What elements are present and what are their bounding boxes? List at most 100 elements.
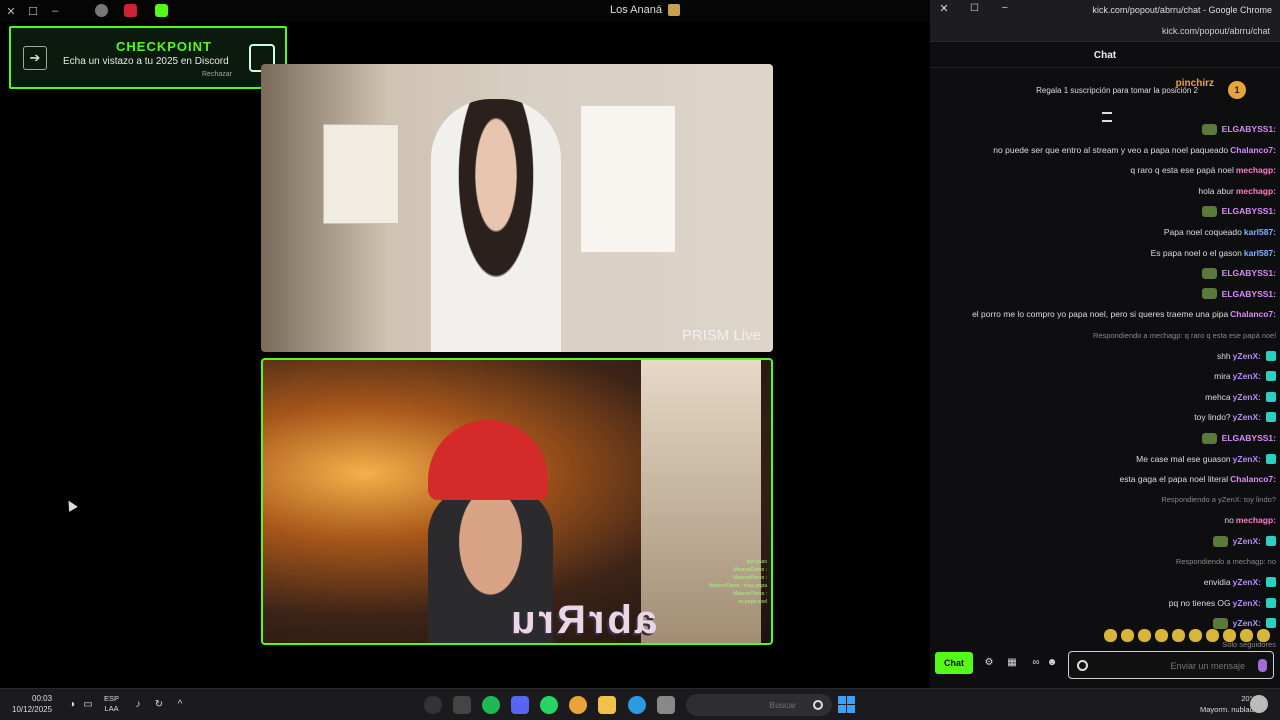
emote-icon[interactable] — [1206, 629, 1219, 642]
emote-icon — [1201, 288, 1217, 300]
edge-icon[interactable] — [628, 696, 646, 714]
emote-icon[interactable] — [1189, 629, 1202, 642]
sync-icon[interactable]: ↻ — [153, 699, 165, 711]
address-url[interactable]: kick.com/popout/abrru/chat — [1162, 26, 1270, 36]
chat-username[interactable]: Chalanco7: — [1230, 309, 1276, 319]
pinned-toggle-icon[interactable] — [1102, 112, 1112, 122]
clock[interactable]: 00:03 10/12/2025 — [12, 693, 52, 715]
record-icon[interactable] — [124, 4, 137, 17]
microphone-icon[interactable]: ♪ — [132, 699, 144, 711]
emote-icon[interactable] — [1121, 629, 1134, 642]
subscriber-badge-icon — [1266, 391, 1276, 402]
minimize-icon[interactable]: – — [1002, 2, 1008, 13]
overlay-chat-line: MaurooFlores : — [733, 591, 767, 597]
close-icon[interactable]: ✕ — [936, 2, 952, 20]
subscriber-badge-icon — [1266, 577, 1276, 588]
chat-username[interactable]: mechagp: — [1236, 165, 1276, 175]
display-icon[interactable]: ▭ — [82, 699, 94, 711]
start-tile — [847, 696, 855, 704]
maximize-icon[interactable]: ☐ — [22, 0, 44, 22]
chat-username[interactable]: mechagp: — [1236, 515, 1276, 525]
windows-start-icon[interactable] — [838, 696, 855, 713]
maximize-icon[interactable]: ☐ — [970, 3, 979, 14]
reply-text: Respondiendo a yZenX: toy lindo? — [1161, 495, 1276, 505]
chat-message-list[interactable]: ELGABYSS1: no puede ser que entro al stre… — [930, 122, 1280, 649]
help-icon[interactable] — [95, 4, 108, 17]
chat-username[interactable]: yZenX: — [1233, 454, 1261, 464]
arrow-left-icon[interactable]: ➔ — [23, 46, 47, 70]
chat-username[interactable]: yZenX: — [1233, 371, 1261, 381]
chat-input-box[interactable] — [1068, 651, 1274, 679]
chat-username[interactable]: ELGABYSS1: — [1222, 433, 1276, 443]
notification-icon[interactable]: ◑ — [66, 699, 78, 711]
chat-username[interactable]: karl587: — [1244, 248, 1276, 258]
overlay-chat-line: MaurooFlores : — [733, 575, 767, 581]
settings-app-icon[interactable] — [453, 696, 471, 714]
chrome-icon[interactable] — [569, 696, 587, 714]
emote-icon[interactable] — [1104, 629, 1117, 642]
streamer-figure — [431, 99, 561, 352]
task-view-icon[interactable] — [657, 696, 675, 714]
infinity-icon[interactable]: ∞ — [1030, 657, 1042, 669]
reply-text: Respondiendo a mechagp: no — [1175, 557, 1276, 567]
language-indicator[interactable]: ESP LAA — [104, 694, 119, 714]
chat-username[interactable]: yZenX: — [1233, 577, 1261, 587]
chat-message: no mechagp: — [1224, 513, 1276, 527]
emote-icon[interactable] — [1240, 629, 1253, 642]
santa-hat — [428, 420, 548, 500]
checkpoint-banner[interactable]: ➔ CHECKPOINT Echa un vistazo a tu 2025 e… — [9, 26, 287, 89]
emote-icon[interactable] — [1223, 629, 1236, 642]
chat-username[interactable]: karl587: — [1244, 227, 1276, 237]
chat-send-button[interactable]: Chat — [935, 652, 973, 674]
chat-username[interactable]: yZenX: — [1233, 412, 1261, 422]
emote-bar[interactable] — [1090, 629, 1270, 643]
emote-icon[interactable] — [1155, 629, 1168, 642]
chat-username[interactable]: Chalanco7: — [1230, 474, 1276, 484]
subscriber-badge-icon — [1266, 536, 1276, 546]
address-bar[interactable]: kick.com/popout/abrru/chat — [930, 22, 1280, 42]
chat-message: Papa noel coqueado karl587: — [1164, 225, 1276, 239]
emote-icon[interactable] — [1172, 629, 1185, 642]
checkpoint-subtitle: Echa un vistazo a tu 2025 en Discord — [63, 56, 229, 67]
close-icon[interactable]: ✕ — [0, 0, 22, 22]
chat-username[interactable]: ELGABYSS1: — [1222, 124, 1276, 134]
chat-username[interactable]: ELGABYSS1: — [1222, 289, 1276, 299]
minimize-icon[interactable]: – — [44, 0, 66, 22]
taskbar-search[interactable] — [686, 694, 832, 716]
chevron-up-icon[interactable]: ^ — [174, 699, 186, 711]
overlay-chat-line: que paso — [746, 559, 767, 565]
wall-poster — [581, 106, 675, 252]
discord-icon[interactable] — [511, 696, 529, 714]
file-explorer-icon[interactable] — [598, 696, 616, 714]
store-icon[interactable]: ▦ — [1006, 657, 1018, 669]
emote-icon — [1212, 617, 1228, 629]
emote-icon[interactable] — [1138, 629, 1151, 642]
chat-username[interactable]: yZenX: — [1233, 618, 1261, 628]
obs-icon[interactable] — [424, 696, 442, 714]
checkpoint-dismiss-link[interactable]: Rechazar — [202, 71, 232, 78]
emote-icon[interactable] — [1257, 629, 1270, 642]
spotify-icon[interactable] — [482, 696, 500, 714]
microphone-icon[interactable] — [1258, 659, 1267, 672]
chat-username[interactable]: Chalanco7: — [1230, 145, 1276, 155]
kick-icon[interactable] — [155, 4, 168, 17]
chat-username[interactable]: yZenX: — [1233, 392, 1261, 402]
search-input[interactable] — [726, 698, 796, 712]
chat-username[interactable]: ELGABYSS1: — [1222, 268, 1276, 278]
chat-username[interactable]: ELGABYSS1: — [1222, 206, 1276, 216]
chat-username[interactable]: mechagp: — [1236, 186, 1276, 196]
chat-message: el porro me lo compro yo papa noel, pero… — [972, 307, 1276, 321]
emoji-icon[interactable] — [1077, 660, 1088, 671]
language-bottom: LAA — [104, 704, 119, 713]
cloud-icon — [1250, 695, 1268, 713]
message-text: mehca — [1205, 391, 1231, 402]
settings-icon[interactable]: ⚙ — [983, 657, 995, 669]
whatsapp-icon[interactable] — [540, 696, 558, 714]
chat-message: shh yZenX: — [1217, 349, 1276, 363]
chat-username[interactable]: yZenX: — [1233, 598, 1261, 608]
emote-icon — [1201, 123, 1217, 135]
chat-username[interactable]: yZenX: — [1233, 351, 1261, 361]
chat-input[interactable] — [1095, 658, 1245, 674]
chat-username[interactable]: yZenX: — [1233, 536, 1261, 546]
crowd-icon[interactable]: ☻ — [1046, 657, 1058, 669]
